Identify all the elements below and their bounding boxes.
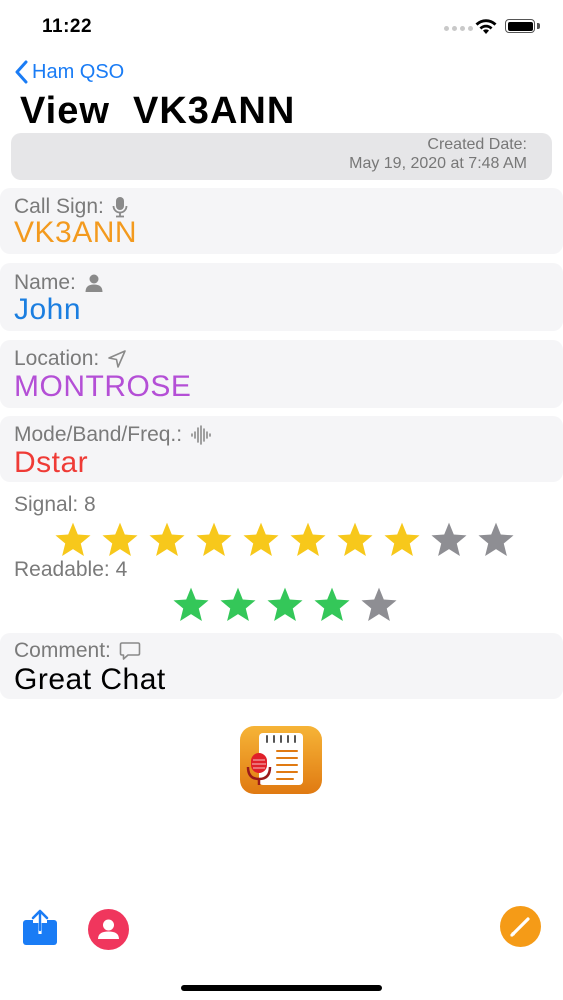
battery-icon <box>505 19 535 33</box>
name-value: John <box>14 293 82 326</box>
status-time: 11:22 <box>42 16 93 37</box>
edit-button[interactable] <box>500 906 541 947</box>
mode-label-row: Mode/Band/Freq.: <box>14 423 212 447</box>
back-label: Ham QSO <box>32 60 125 83</box>
mode-value: Dstar <box>14 446 89 479</box>
back-button[interactable]: Ham QSO <box>14 60 124 84</box>
location-label: Location: <box>14 347 100 370</box>
person-icon <box>85 274 103 292</box>
location-arrow-icon <box>108 350 127 368</box>
home-indicator <box>181 985 382 991</box>
battery-tip <box>537 23 540 29</box>
signal-star-4-filled <box>196 522 232 557</box>
readable-star-4-filled <box>314 587 350 622</box>
pencil-icon <box>510 917 530 937</box>
comment-value: Great Chat <box>14 663 166 696</box>
callsign-value: VK3ANN <box>14 216 138 249</box>
created-date-value: May 19, 2020 at 7:48 AM <box>349 155 527 172</box>
microphone-logo-icon <box>246 753 272 785</box>
readable-star-3-filled <box>267 587 303 622</box>
cellular-signal-icon <box>444 26 473 31</box>
signal-star-7-filled <box>337 522 373 557</box>
signal-star-8-filled <box>384 522 420 557</box>
name-label: Name: <box>14 271 76 294</box>
share-icon[interactable] <box>22 908 58 946</box>
readable-star-1-filled <box>173 587 209 622</box>
name-label-row: Name: <box>14 271 104 295</box>
signal-star-6-filled <box>290 522 326 557</box>
created-date-label: Created Date: <box>427 136 527 153</box>
comment-label: Comment: <box>14 639 111 662</box>
speech-bubble-icon <box>119 642 141 660</box>
wifi-icon <box>475 19 497 34</box>
microphone-icon <box>112 197 128 218</box>
person-circle-icon <box>98 919 119 939</box>
chevron-left-icon <box>15 60 28 84</box>
signal-star-5-filled <box>243 522 279 557</box>
signal-star-3-filled <box>149 522 185 557</box>
readable-star-2-filled <box>220 587 256 622</box>
profile-button[interactable] <box>88 909 129 950</box>
signal-rating <box>51 521 518 559</box>
page-title: View VK3ANN <box>20 90 296 132</box>
location-value: MONTROSE <box>14 370 192 403</box>
location-label-row: Location: <box>14 347 127 371</box>
waveform-icon <box>191 425 211 445</box>
readable-star-5-empty <box>361 587 397 622</box>
readable-label: Readable: 4 <box>14 558 128 581</box>
mode-label: Mode/Band/Freq.: <box>14 423 183 446</box>
signal-star-10-empty <box>478 522 514 557</box>
signal-star-2-filled <box>102 522 138 557</box>
comment-label-row: Comment: <box>14 639 141 663</box>
signal-label: Signal: 8 <box>14 493 96 516</box>
signal-star-1-filled <box>55 522 91 557</box>
readable-rating <box>169 586 401 624</box>
signal-star-9-empty <box>431 522 467 557</box>
